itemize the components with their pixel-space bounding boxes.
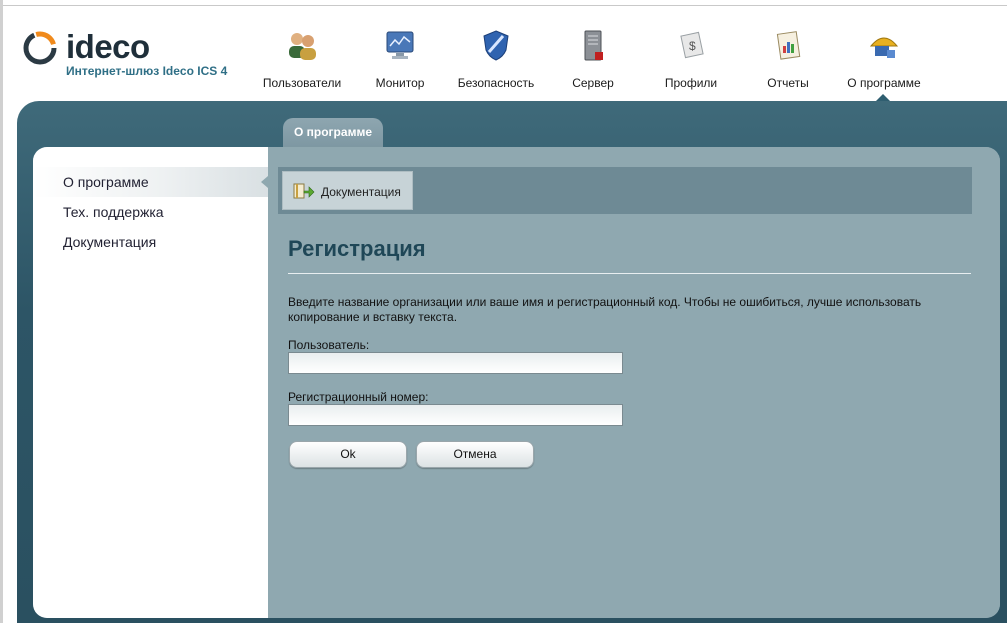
sidebar-item-label: О программе bbox=[63, 174, 149, 190]
registration-number-field[interactable] bbox=[288, 404, 623, 426]
about-umbrella-icon bbox=[869, 37, 899, 58]
users-icon bbox=[289, 33, 316, 60]
shield-icon bbox=[483, 30, 509, 61]
nav-item-reports[interactable]: Отчеты bbox=[762, 26, 814, 94]
cancel-button[interactable]: Отмена bbox=[416, 441, 534, 468]
nav-label: Отчеты bbox=[767, 76, 809, 90]
active-nav-pointer bbox=[876, 94, 890, 101]
sidebar-item-support[interactable]: Тех. поддержка bbox=[33, 197, 268, 227]
sidebar: О программе Тех. поддержка Документация bbox=[33, 147, 268, 618]
regnum-field-label: Регистрационный номер: bbox=[288, 390, 429, 404]
nav-item-monitor[interactable]: Монитор bbox=[372, 26, 428, 94]
server-icon bbox=[584, 30, 603, 61]
nav-item-about[interactable]: О программе bbox=[843, 26, 925, 94]
nav-label: Безопасность bbox=[457, 76, 535, 90]
sidebar-item-label: Тех. поддержка bbox=[63, 204, 164, 220]
sidebar-item-documentation[interactable]: Документация bbox=[33, 227, 268, 257]
sidebar-item-about[interactable]: О программе bbox=[33, 167, 268, 197]
nav-item-server[interactable]: Сервер bbox=[568, 26, 618, 94]
nav-label: Монитор bbox=[375, 76, 425, 90]
toolbar: Документация bbox=[278, 167, 972, 214]
main-content: Документация Регистрация Введите названи… bbox=[268, 147, 1000, 618]
tab-about[interactable]: О программе bbox=[283, 118, 383, 148]
documentation-button[interactable]: Документация bbox=[282, 171, 413, 210]
nav-item-profiles[interactable]: $ Профили bbox=[660, 26, 722, 94]
nav-item-users[interactable]: Пользователи bbox=[259, 26, 345, 94]
brand-name: ideco bbox=[66, 28, 150, 65]
user-field-label: Пользователь: bbox=[288, 338, 370, 352]
window-left-border bbox=[0, 0, 3, 623]
nav-label: О программе bbox=[847, 76, 921, 90]
sidebar-item-label: Документация bbox=[63, 234, 157, 250]
documentation-button-label: Документация bbox=[321, 185, 401, 199]
svg-text:$: $ bbox=[689, 39, 696, 53]
title-divider bbox=[288, 273, 971, 274]
content-panel: О программе Тех. поддержка Документация … bbox=[33, 147, 1000, 618]
brand-subtitle: Интернет-шлюз Ideco ICS 4 bbox=[66, 64, 228, 78]
page-title: Регистрация bbox=[288, 236, 426, 261]
user-field[interactable] bbox=[288, 352, 623, 374]
sidebar-active-arrow bbox=[261, 176, 268, 188]
book-arrow-icon bbox=[293, 183, 315, 199]
ok-button[interactable]: Ok bbox=[289, 441, 407, 468]
window-top-border bbox=[0, 0, 1007, 6]
nav-item-security[interactable]: Безопасность bbox=[454, 26, 538, 94]
nav-label: Сервер bbox=[572, 76, 614, 90]
profile-document-icon: $ bbox=[680, 31, 704, 59]
report-chart-icon bbox=[776, 31, 801, 60]
nav-label: Профили bbox=[664, 76, 718, 90]
registration-description: Введите название организации или ваше им… bbox=[288, 295, 922, 324]
monitor-icon bbox=[386, 31, 414, 59]
nav-label: Пользователи bbox=[262, 76, 342, 90]
ideco-logo-icon bbox=[23, 31, 57, 65]
brand-logo: ideco Интернет-шлюз Ideco ICS 4 bbox=[22, 28, 252, 90]
